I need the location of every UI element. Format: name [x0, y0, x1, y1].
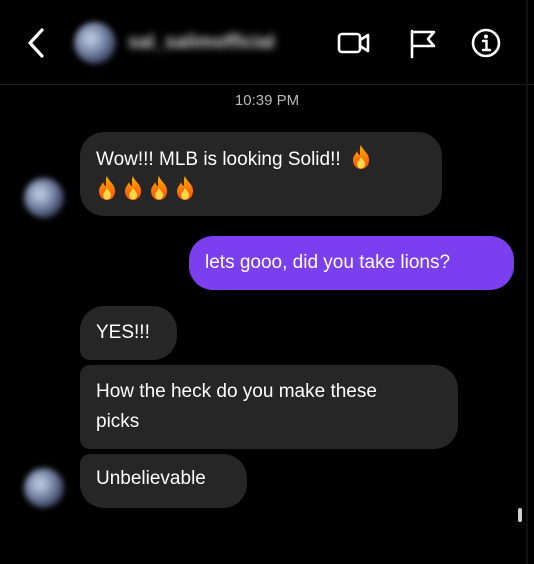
message-text: Unbelievable [96, 468, 206, 489]
username[interactable]: sal_salimofficial [128, 30, 275, 56]
avatar[interactable] [24, 178, 64, 218]
message-text: Wow!!! MLB is looking Solid!! [96, 149, 341, 170]
message-bubble-incoming[interactable]: Unbelievable [80, 454, 247, 508]
message-bubble-incoming[interactable]: Wow!!! MLB is looking Solid!! [80, 132, 442, 216]
flag-icon[interactable] [404, 26, 440, 60]
message-timestamp: 10:39 PM [234, 92, 300, 109]
emoji-row [92, 175, 426, 206]
chat-header: sal_salimofficial [0, 0, 534, 85]
message-bubble-incoming[interactable]: YES!!! [80, 306, 177, 360]
info-circle-icon[interactable] [468, 26, 504, 60]
chevron-left-icon[interactable] [22, 26, 52, 60]
fire-icon [99, 176, 115, 200]
message-text: YES!!! [96, 322, 150, 343]
scrollbar[interactable] [518, 508, 522, 522]
fire-icon [352, 145, 369, 169]
message-text-line: How the heck do you make these [96, 381, 377, 402]
message-bubble-outgoing[interactable]: lets gooo, did you take lions? [189, 236, 514, 290]
divider [526, 0, 528, 564]
fire-icon [177, 176, 193, 200]
fire-icon [151, 176, 167, 200]
avatar[interactable] [24, 468, 64, 508]
message-text-line: picks [96, 411, 140, 432]
message-bubble-incoming[interactable]: How the heck do you make these picks [80, 365, 458, 449]
video-camera-icon[interactable] [336, 26, 372, 60]
avatar[interactable] [74, 22, 116, 64]
message-text: lets gooo, did you take lions? [205, 252, 451, 273]
fire-icon [125, 176, 141, 200]
